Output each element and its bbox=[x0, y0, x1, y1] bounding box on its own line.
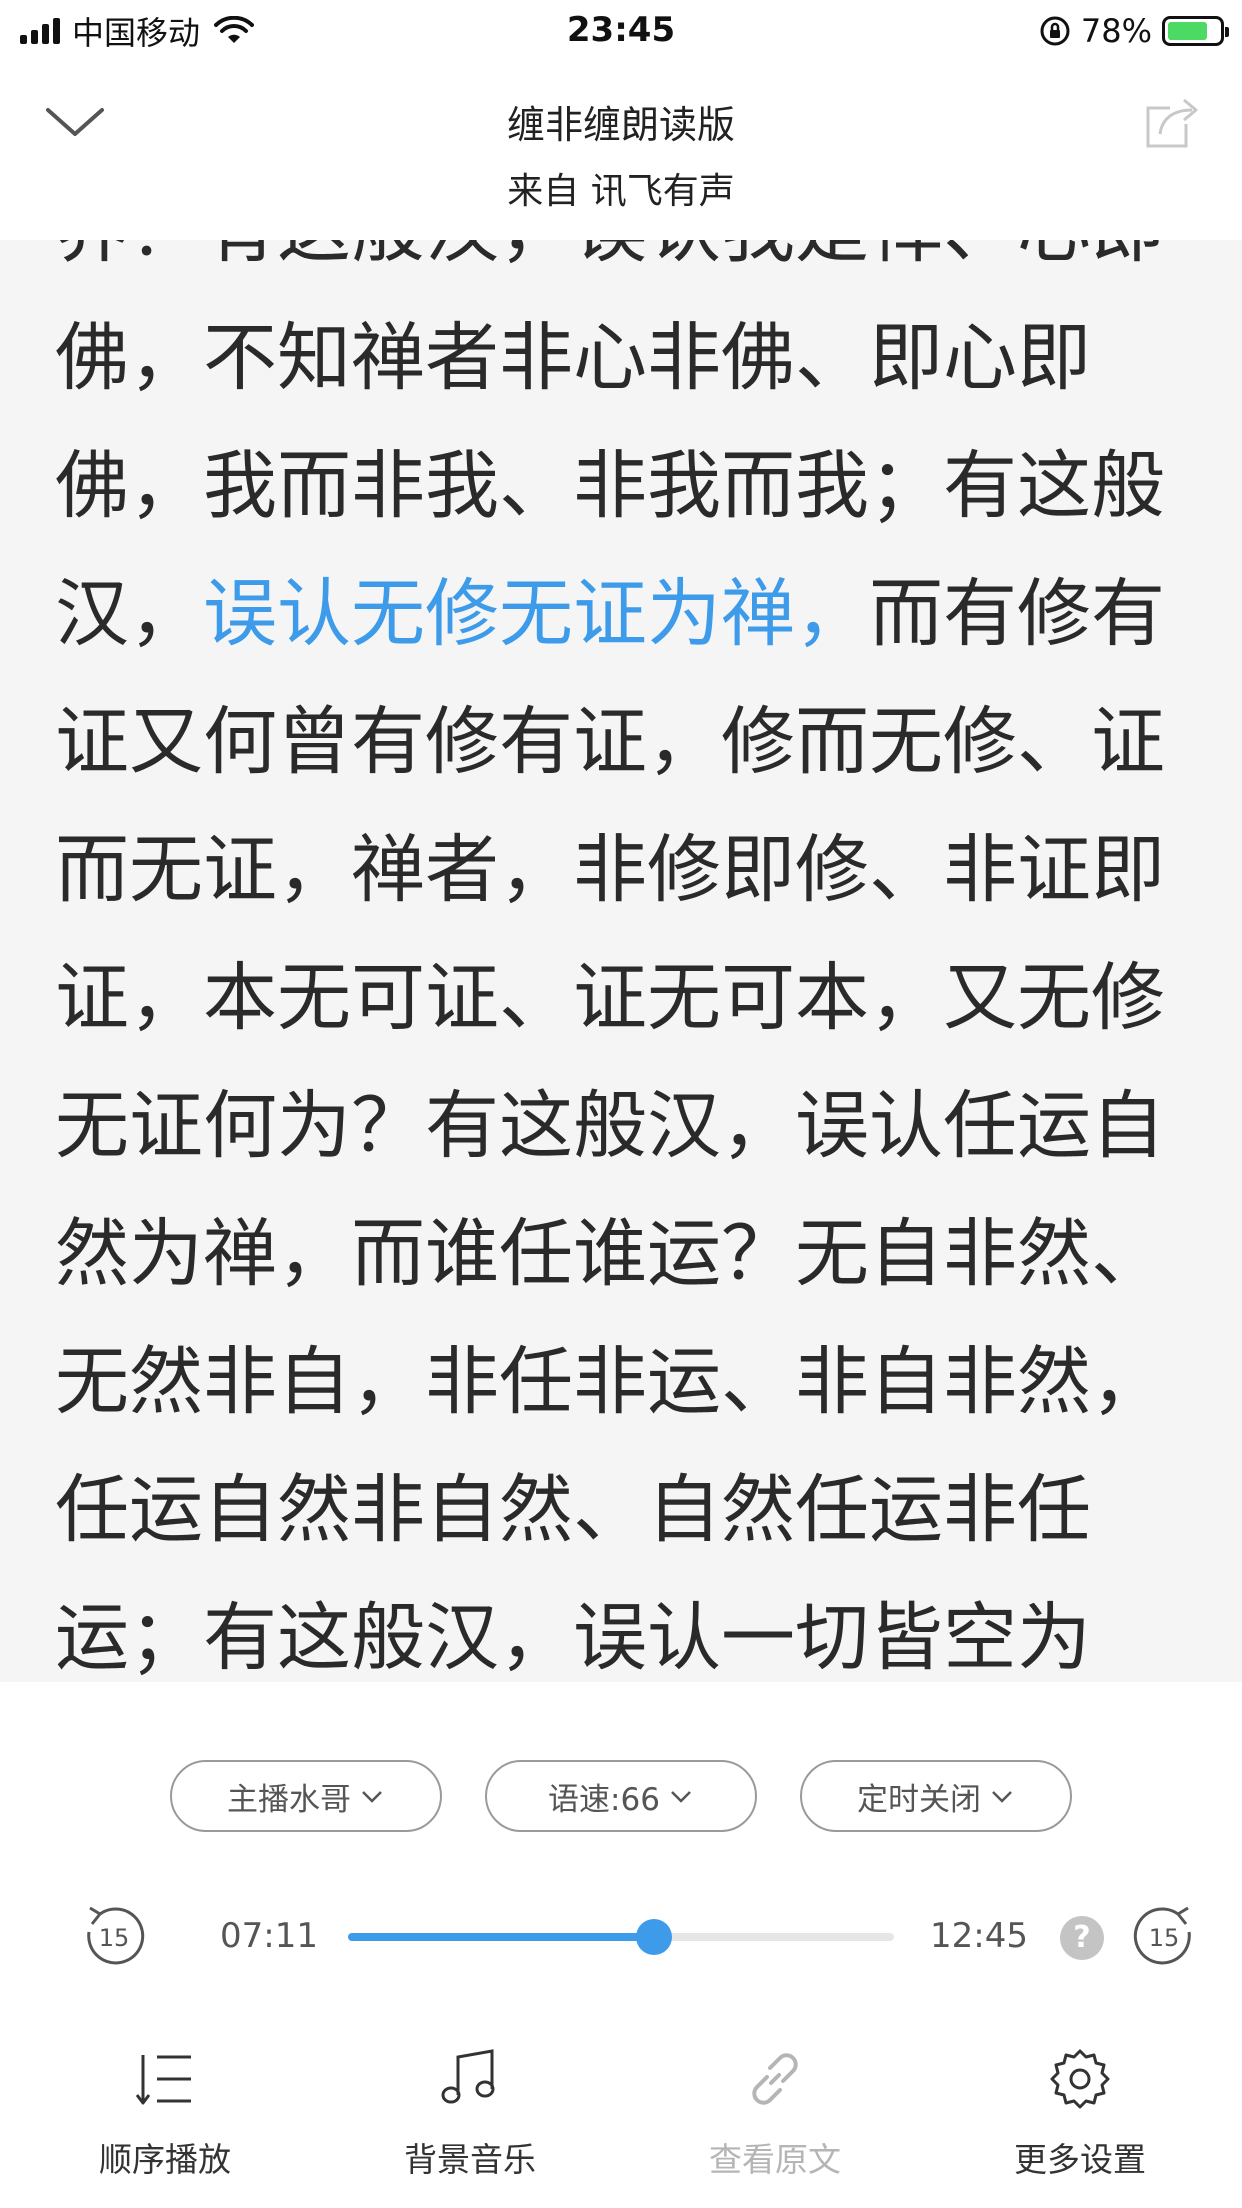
reader-paragraph: 界？有这般汉，误认我是禅、心即佛，不知禅者非心非佛、即心即佛，我而非我、非我而我… bbox=[55, 240, 1195, 1682]
speed-label: 语速:66 bbox=[548, 1781, 660, 1818]
anchor-select-button[interactable]: 主播水哥 bbox=[170, 1760, 442, 1832]
link-icon bbox=[752, 2053, 798, 2105]
skip-forward-label: 15 bbox=[1149, 1924, 1180, 1952]
player-controls: 主播水哥 语速:66 定时关闭 15 07:11 12:45 ? 15 顺序播放… bbox=[0, 1682, 1242, 2208]
page-title: 缠非缠朗读版 bbox=[506, 103, 735, 147]
total-time: 12:45 bbox=[930, 1916, 1028, 1956]
chevron-down-icon bbox=[362, 1791, 382, 1803]
timer-label: 定时关闭 bbox=[857, 1781, 981, 1818]
battery-charging-icon bbox=[1162, 16, 1229, 46]
reader-text-highlighted: 误认无修无证为禅， bbox=[203, 571, 869, 657]
status-right: 78% bbox=[1039, 10, 1229, 52]
timer-select-button[interactable]: 定时关闭 bbox=[800, 1760, 1072, 1832]
view-source-label: 查看原文 bbox=[709, 2140, 841, 2179]
anchor-label: 主播水哥 bbox=[227, 1781, 351, 1818]
bottom-menu: 顺序播放 背景音乐 查看原文 更多设置 bbox=[0, 2037, 1242, 2208]
status-bar: 中国移动 23:45 78% bbox=[0, 0, 1242, 62]
nav-bar: 缠非缠朗读版 来自 讯飞有声 bbox=[0, 62, 1242, 240]
chevron-down-icon bbox=[992, 1791, 1012, 1803]
bg-music-button[interactable]: 背景音乐 bbox=[370, 2037, 570, 2187]
share-icon[interactable] bbox=[1142, 94, 1202, 152]
player-bar: 15 07:11 12:45 ? 15 bbox=[0, 1882, 1242, 1992]
progress-thumb[interactable] bbox=[635, 1919, 672, 1955]
reader-content[interactable]: 界？有这般汉，误认我是禅、心即佛，不知禅者非心非佛、即心即佛，我而非我、非我而我… bbox=[0, 240, 1242, 1682]
battery-level bbox=[1168, 22, 1207, 40]
speed-select-button[interactable]: 语速:66 bbox=[485, 1760, 757, 1832]
skip-back-15-icon[interactable]: 15 bbox=[80, 1902, 148, 1970]
reader-text-after: 而有修有证又何曾有修有证，修而无修、证而无证，禅者，非修即修、非证即证，本无可证… bbox=[55, 571, 1165, 1681]
progress-slider[interactable] bbox=[348, 1919, 894, 1955]
progress-fill bbox=[348, 1933, 654, 1941]
skip-forward-15-icon[interactable]: 15 bbox=[1130, 1902, 1198, 1970]
order-play-button[interactable]: 顺序播放 bbox=[65, 2037, 265, 2187]
skip-back-label: 15 bbox=[99, 1924, 130, 1952]
more-settings-button[interactable]: 更多设置 bbox=[980, 2037, 1180, 2187]
orientation-lock-icon bbox=[1040, 16, 1070, 46]
view-source-button[interactable]: 查看原文 bbox=[675, 2037, 875, 2187]
help-icon[interactable]: ? bbox=[1060, 1916, 1104, 1960]
gear-icon bbox=[1050, 2049, 1110, 2109]
more-settings-label: 更多设置 bbox=[1014, 2140, 1146, 2179]
battery-percent: 78% bbox=[1080, 12, 1152, 50]
chevron-down-icon bbox=[671, 1791, 691, 1803]
order-play-icon bbox=[135, 2055, 191, 2105]
page-subtitle: 来自 讯飞有声 bbox=[507, 171, 735, 212]
music-note-icon bbox=[441, 2049, 495, 2104]
bg-music-label: 背景音乐 bbox=[404, 2140, 536, 2179]
current-time: 07:11 bbox=[220, 1916, 318, 1956]
order-play-label: 顺序播放 bbox=[99, 2140, 231, 2179]
